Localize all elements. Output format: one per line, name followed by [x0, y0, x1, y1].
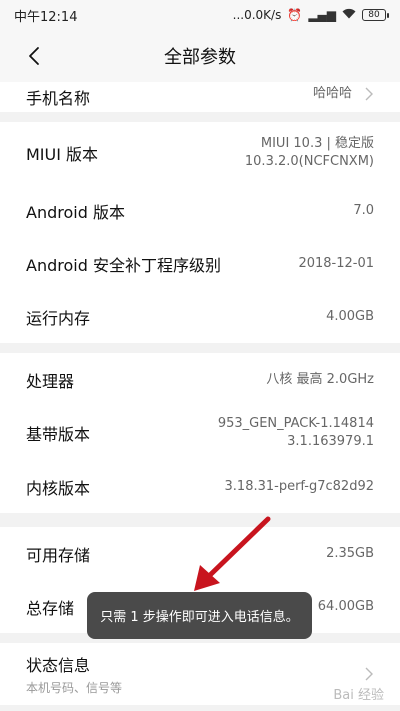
hardware-group: 处理器 八核 最高 2.0GHz 基带版本 953_GEN_PACK-1.148…	[0, 353, 400, 513]
annotation-arrow-icon	[194, 516, 271, 591]
chevron-right-icon	[365, 667, 373, 681]
ram-label: 运行内存	[26, 308, 91, 328]
device-name-row[interactable]: 手机名称 哈哈哈	[0, 82, 400, 112]
system-group: MIUI 版本 MIUI 10.3 | 稳定版 10.3.2.0(NCFCNXM…	[0, 122, 400, 343]
chevron-right-icon	[365, 87, 373, 101]
ram-value: 4.00GB	[326, 308, 374, 324]
battery-icon: 80	[362, 9, 389, 21]
baseband-row[interactable]: 基带版本 953_GEN_PACK-1.14814 3.1.163979.1	[0, 406, 400, 460]
baseband-line1: 953_GEN_PACK-1.14814	[217, 416, 374, 431]
device-name-label: 手机名称	[26, 89, 91, 108]
available-storage-label: 可用存储	[26, 545, 91, 565]
page-title: 全部参数	[164, 47, 236, 68]
security-patch-value: 2018-12-01	[298, 255, 374, 271]
device-name-value: 哈哈哈	[312, 86, 352, 101]
miui-version-value: MIUI 10.3 | 稳定版 10.3.2.0(NCFCNXM)	[245, 135, 374, 171]
chevron-left-icon	[29, 47, 39, 65]
processor-row[interactable]: 处理器 八核 最高 2.0GHz	[0, 353, 400, 406]
baseband-line2: 3.1.163979.1	[287, 434, 374, 449]
ram-row[interactable]: 运行内存 4.00GB	[0, 290, 400, 343]
total-storage-label: 总存储	[26, 598, 75, 618]
watermark: Bai 经验	[333, 688, 384, 703]
status-info-label: 状态信息	[26, 656, 91, 675]
miui-version-row[interactable]: MIUI 版本 MIUI 10.3 | 稳定版 10.3.2.0(NCFCNXM…	[0, 122, 400, 184]
processor-label: 处理器	[26, 371, 75, 391]
baseband-label: 基带版本	[26, 425, 91, 444]
kernel-row[interactable]: 内核版本 3.18.31-perf-g7c82d92	[0, 460, 400, 513]
miui-version-line1: MIUI 10.3 | 稳定版	[260, 136, 374, 151]
baseband-value: 953_GEN_PACK-1.14814 3.1.163979.1	[218, 415, 374, 451]
device-name-group: 手机名称 哈哈哈	[0, 82, 400, 112]
kernel-label: 内核版本	[26, 478, 91, 498]
kernel-value: 3.18.31-perf-g7c82d92	[224, 478, 374, 494]
available-storage-value: 2.35GB	[326, 545, 374, 561]
back-button[interactable]	[22, 42, 46, 70]
total-storage-value: 64.00GB	[317, 598, 374, 614]
alarm-icon: ⏰	[287, 8, 303, 22]
android-version-label: Android 版本	[26, 202, 125, 222]
status-bar: 中午12:14 ...0.0K/s ⏰ ▂▄▆ 80	[0, 0, 400, 30]
security-patch-row[interactable]: Android 安全补丁程序级别 2018-12-01	[0, 237, 400, 290]
header: 全部参数	[0, 30, 400, 82]
status-info-sub: 本机号码、信号等	[26, 681, 123, 695]
wifi-icon	[342, 8, 356, 22]
status-info-text: 状态信息 本机号码、信号等	[26, 652, 122, 696]
miui-version-line2: 10.3.2.0(NCFCNXM)	[244, 154, 374, 169]
device-name-value-wrap: 哈哈哈	[313, 85, 374, 103]
battery-level: 80	[368, 10, 380, 20]
android-version-value: 7.0	[353, 202, 374, 218]
processor-value: 八核 最高 2.0GHz	[266, 371, 374, 387]
network-speed: ...0.0K/s	[232, 8, 282, 22]
toast-message: 只需 1 步操作即可进入电话信息。	[87, 592, 312, 639]
status-time: 中午12:14	[14, 9, 78, 25]
group-divider	[0, 343, 400, 353]
android-version-row[interactable]: Android 版本 7.0	[0, 184, 400, 237]
signal-icon: ▂▄▆	[308, 8, 336, 22]
security-patch-label: Android 安全补丁程序级别	[26, 255, 221, 275]
miui-version-label: MIUI 版本	[26, 145, 99, 164]
status-indicators: ...0.0K/s ⏰ ▂▄▆ 80	[232, 8, 389, 22]
group-divider	[0, 112, 400, 122]
